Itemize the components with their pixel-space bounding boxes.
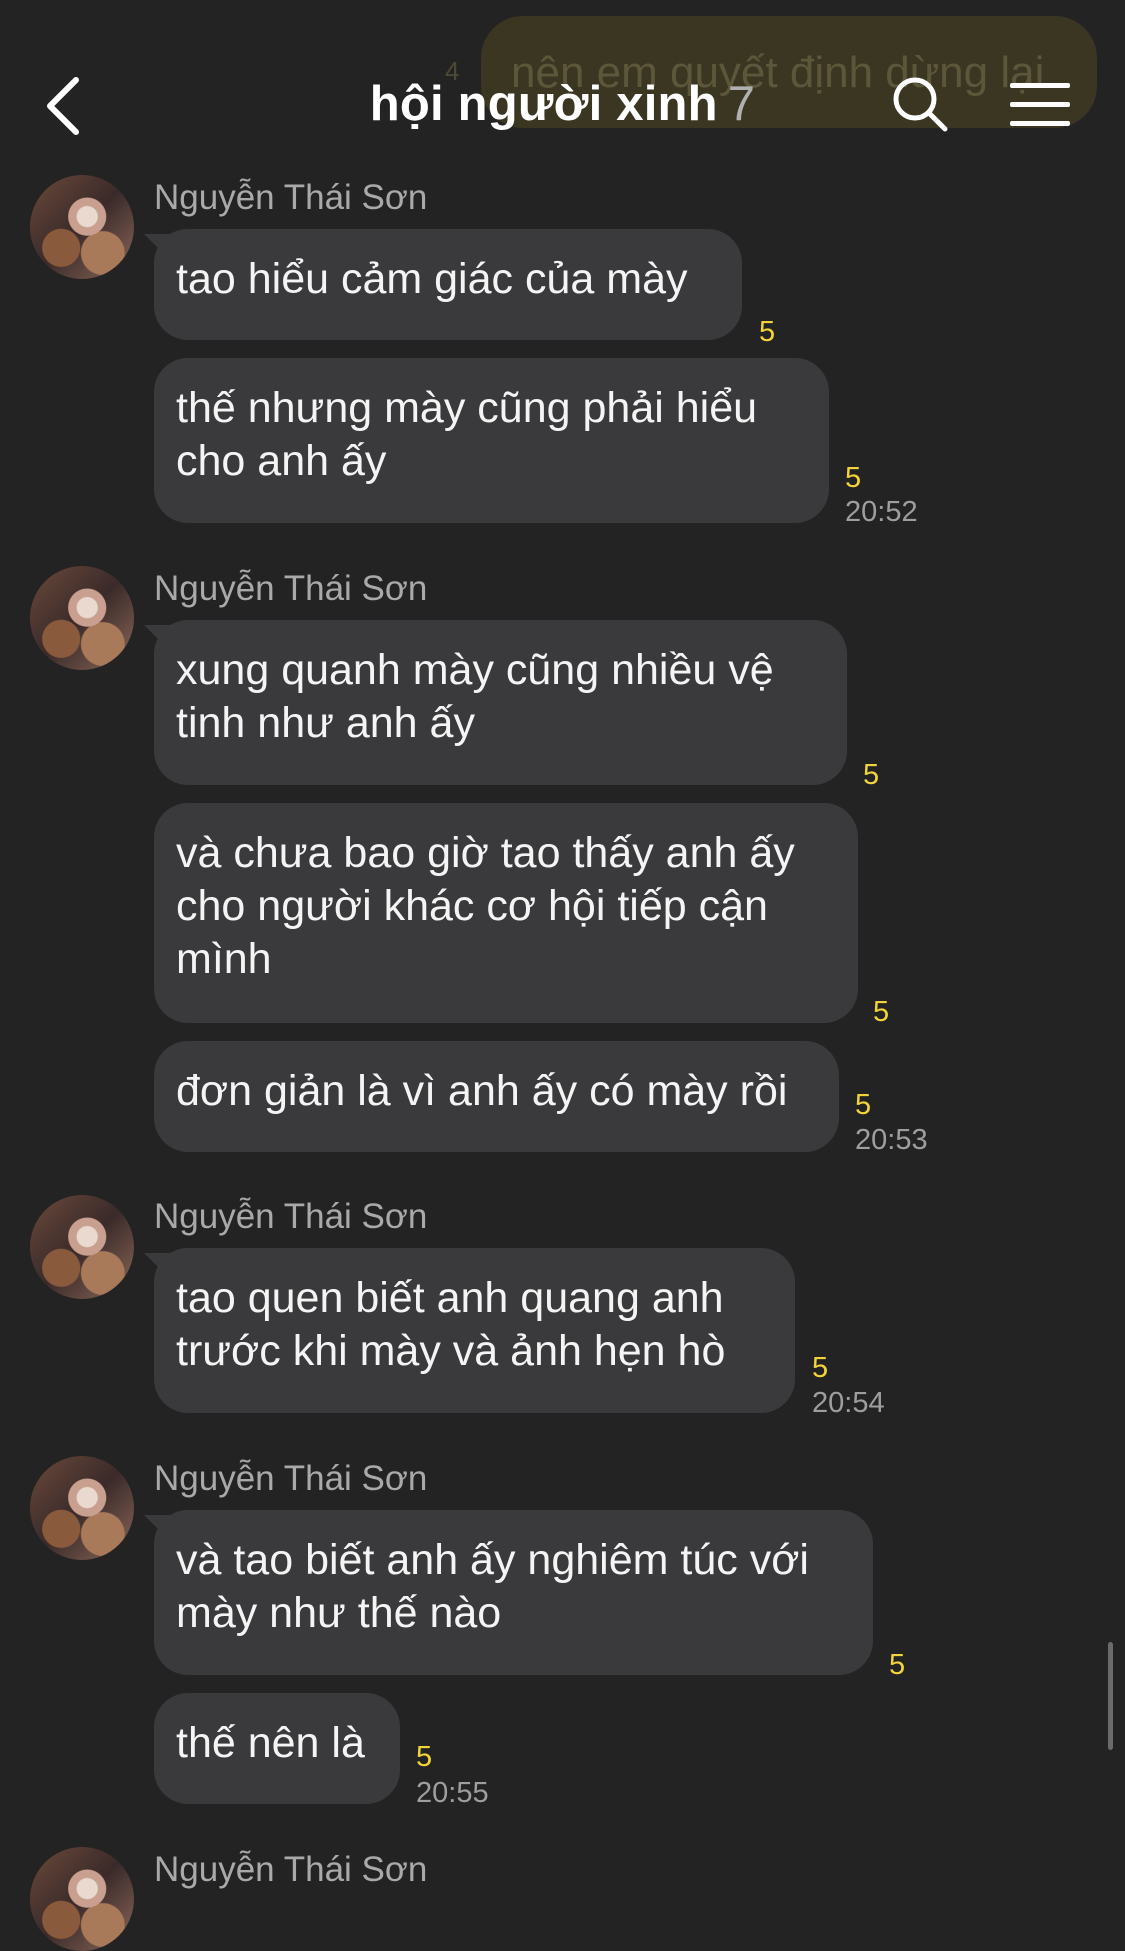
- message-text: tao hiểu cảm giác của mày: [176, 255, 688, 303]
- message-text: tinh như anh ấy: [176, 699, 475, 747]
- avatar[interactable]: [30, 1195, 134, 1299]
- hamburger-menu-icon[interactable]: [1008, 80, 1072, 130]
- unread-count: 5: [873, 996, 890, 1028]
- avatar[interactable]: [30, 1456, 134, 1560]
- message-bubble[interactable]: tao hiểu cảm giác của mày: [154, 229, 742, 340]
- sender-name: Nguyễn Thái Sơn: [154, 1850, 428, 1889]
- sender-name: Nguyễn Thái Sơn: [154, 178, 428, 217]
- message-text: và chưa bao giờ tao thấy anh ấy: [176, 829, 795, 877]
- search-icon[interactable]: [890, 74, 950, 134]
- scrollbar[interactable]: [1108, 1642, 1113, 1750]
- chat-header: hội người xinh 7: [0, 50, 1125, 160]
- member-count: 7: [727, 77, 756, 131]
- message-text: thế nên là: [176, 1719, 365, 1767]
- message-time: 20:53: [855, 1124, 928, 1156]
- message-time: 20:52: [845, 496, 918, 528]
- unread-count: 5: [845, 462, 862, 494]
- message-bubble[interactable]: thế nhưng mày cũng phải hiểu cho anh ấy: [154, 358, 829, 523]
- message-text: đơn giản là vì anh ấy có mày rồi: [176, 1067, 788, 1115]
- avatar[interactable]: [30, 175, 134, 279]
- message-text: mày như thế nào: [176, 1589, 502, 1637]
- sender-name: Nguyễn Thái Sơn: [154, 1459, 428, 1498]
- message-bubble[interactable]: tao quen biết anh quang anh trước khi mà…: [154, 1248, 795, 1413]
- message-bubble[interactable]: và tao biết anh ấy nghiêm túc với mày nh…: [154, 1510, 873, 1675]
- message-text: cho anh ấy: [176, 437, 387, 485]
- unread-count: 5: [812, 1352, 829, 1384]
- message-text: thế nhưng mày cũng phải hiểu: [176, 384, 758, 432]
- message-text: và tao biết anh ấy nghiêm túc với: [176, 1536, 809, 1584]
- message-bubble[interactable]: đơn giản là vì anh ấy có mày rồi: [154, 1041, 839, 1152]
- sender-name: Nguyễn Thái Sơn: [154, 1197, 428, 1236]
- avatar[interactable]: [30, 566, 134, 670]
- chat-title: hội người xinh 7: [0, 76, 1125, 132]
- message-bubble[interactable]: thế nên là: [154, 1693, 400, 1804]
- chat-title-text: hội người xinh: [369, 77, 718, 131]
- message-bubble[interactable]: xung quanh mày cũng nhiều vệ tinh như an…: [154, 620, 847, 785]
- unread-count: 5: [863, 759, 880, 791]
- message-text: tao quen biết anh quang anh: [176, 1274, 724, 1322]
- sender-name: Nguyễn Thái Sơn: [154, 569, 428, 608]
- message-bubble[interactable]: và chưa bao giờ tao thấy anh ấy cho ngườ…: [154, 803, 858, 1023]
- unread-count: 5: [889, 1649, 906, 1681]
- message-text: mình: [176, 935, 272, 983]
- message-text: trước khi mày và ảnh hẹn hò: [176, 1327, 726, 1375]
- message-text: xung quanh mày cũng nhiều vệ: [176, 646, 774, 694]
- unread-count: 5: [759, 316, 776, 348]
- unread-count: 5: [416, 1741, 433, 1773]
- avatar[interactable]: [30, 1847, 134, 1951]
- message-time: 20:54: [812, 1387, 885, 1419]
- unread-count: 5: [855, 1089, 872, 1121]
- message-text: cho người khác cơ hội tiếp cận: [176, 882, 768, 930]
- message-time: 20:55: [416, 1777, 489, 1809]
